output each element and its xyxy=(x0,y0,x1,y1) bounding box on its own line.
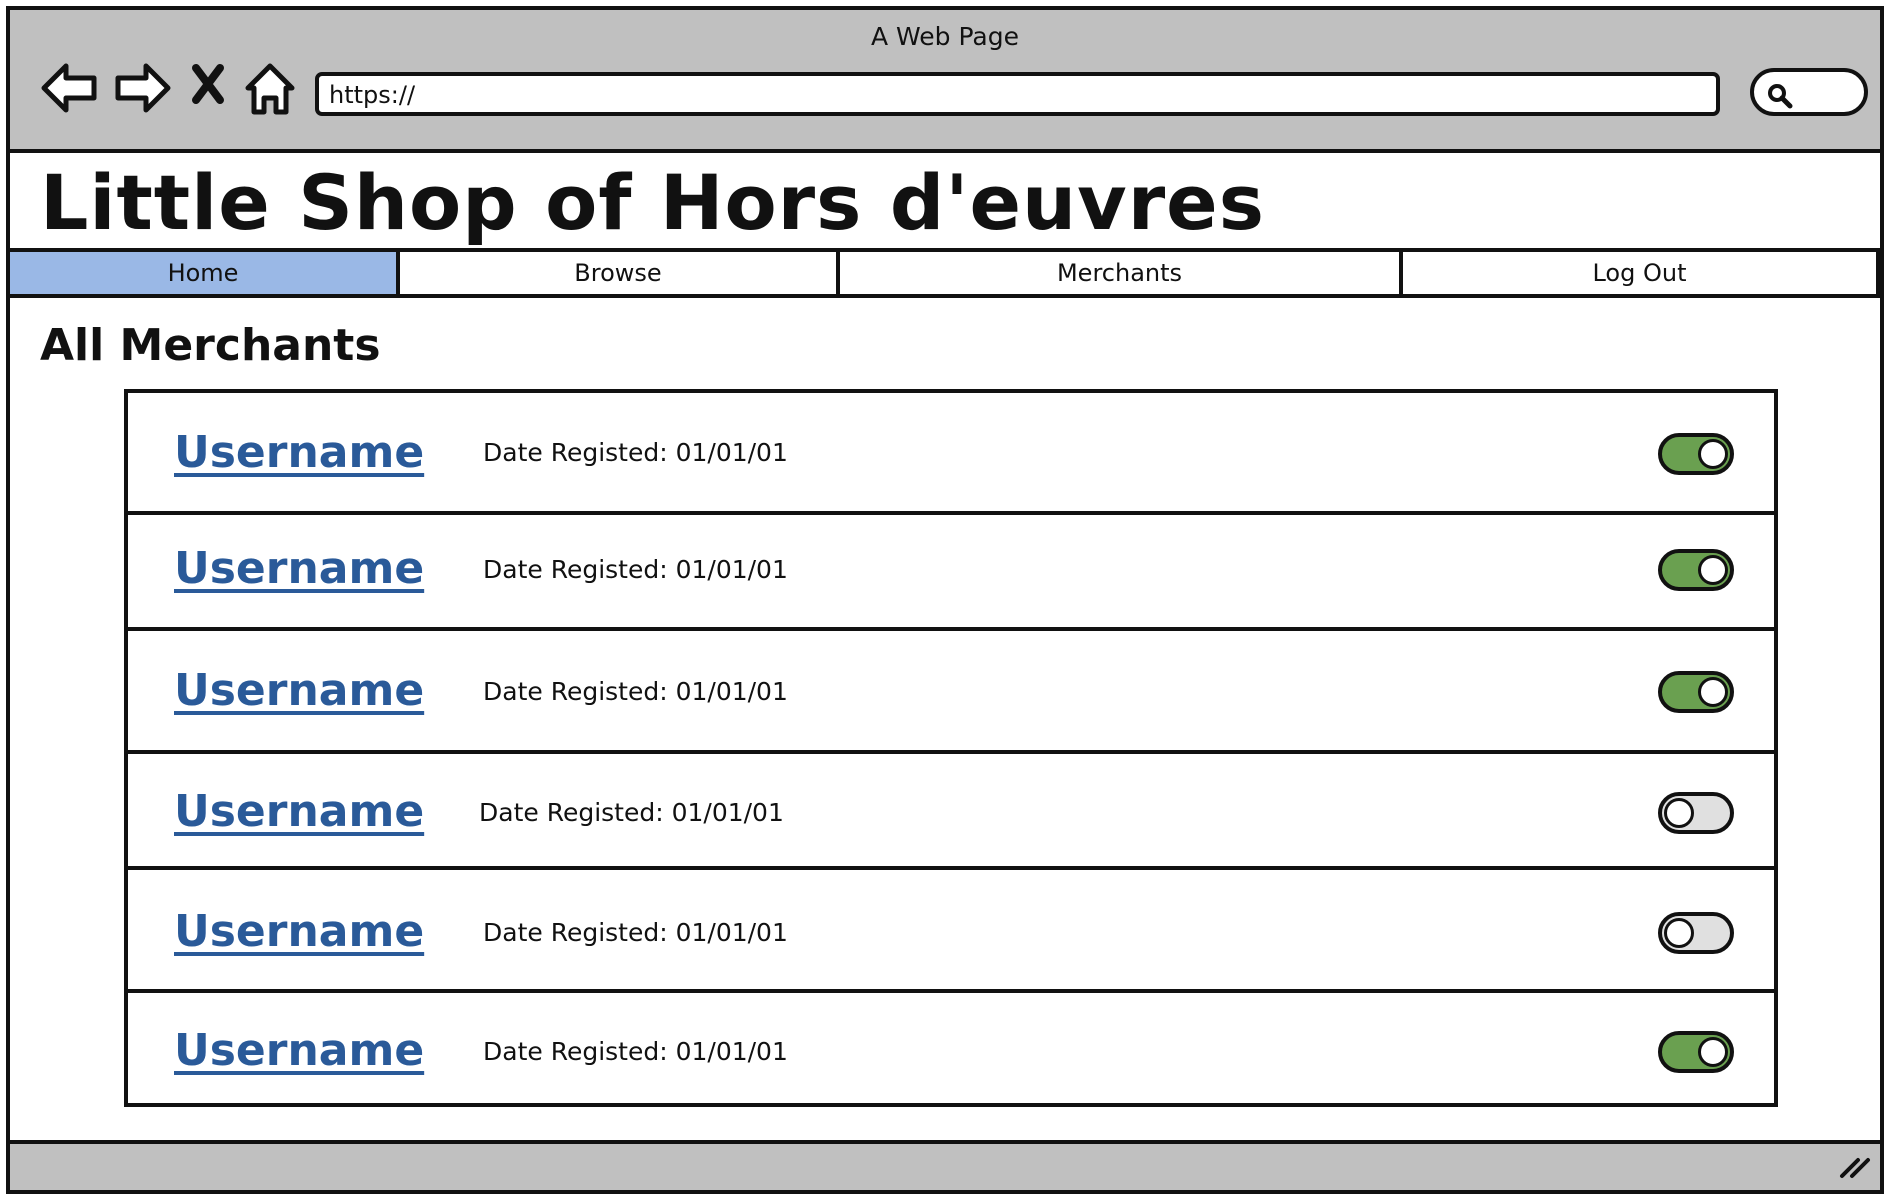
tab-browse[interactable]: Browse xyxy=(400,252,840,294)
merchant-username-link[interactable]: Username xyxy=(174,786,424,837)
browser-window: A Web Page https:// Little Shop of Hors … xyxy=(6,6,1884,1194)
merchant-username-link[interactable]: Username xyxy=(174,665,424,716)
address-bar-text: https:// xyxy=(329,81,416,109)
toggle-knob xyxy=(1698,555,1728,585)
search-box[interactable] xyxy=(1750,68,1868,116)
tab-log-out[interactable]: Log Out xyxy=(1403,252,1880,294)
back-arrow-icon[interactable] xyxy=(38,56,102,120)
section-heading: All Merchants xyxy=(40,320,381,371)
forward-arrow-icon[interactable] xyxy=(110,56,174,120)
merchant-date-registered: Date Registed: 01/01/01 xyxy=(483,555,788,584)
merchant-username-link[interactable]: Username xyxy=(174,1025,424,1076)
merchant-date-registered: Date Registed: 01/01/01 xyxy=(483,1037,788,1066)
window-title: A Web Page xyxy=(870,22,1020,51)
merchant-enabled-toggle[interactable] xyxy=(1658,671,1734,713)
merchant-date-registered: Date Registed: 01/01/01 xyxy=(483,438,788,467)
merchant-date-registered: Date Registed: 01/01/01 xyxy=(483,918,788,947)
browser-title-bar: A Web Page https:// xyxy=(10,10,1880,153)
merchant-enabled-toggle[interactable] xyxy=(1658,792,1734,834)
merchant-row: Username Date Registed: 01/01/01 xyxy=(124,389,1778,515)
main-nav-bar: Home Browse Merchants Log Out xyxy=(10,248,1880,298)
merchant-row: Username Date Registed: 01/01/01 xyxy=(124,511,1778,631)
toggle-knob xyxy=(1664,918,1694,948)
merchant-row: Username Date Registed: 01/01/01 xyxy=(124,989,1778,1107)
toggle-knob xyxy=(1664,798,1694,828)
browser-status-bar xyxy=(10,1140,1880,1190)
merchant-row: Username Date Registed: 01/01/01 xyxy=(124,866,1778,993)
site-title: Little Shop of Hors d'euvres xyxy=(40,158,1265,247)
toggle-knob xyxy=(1698,439,1728,469)
toggle-knob xyxy=(1698,1037,1728,1067)
close-icon[interactable] xyxy=(186,56,250,120)
merchant-date-registered: Date Registed: 01/01/01 xyxy=(479,798,784,827)
search-icon xyxy=(1768,84,1793,109)
merchant-enabled-toggle[interactable] xyxy=(1658,549,1734,591)
merchant-row: Username Date Registed: 01/01/01 xyxy=(124,750,1778,870)
resize-grip-icon[interactable] xyxy=(1836,1150,1872,1184)
merchant-username-link[interactable]: Username xyxy=(174,906,424,957)
toggle-knob xyxy=(1698,677,1728,707)
home-icon[interactable] xyxy=(242,56,306,120)
merchant-row: Username Date Registed: 01/01/01 xyxy=(124,627,1778,754)
merchant-username-link[interactable]: Username xyxy=(174,543,424,594)
merchant-username-link[interactable]: Username xyxy=(174,427,424,478)
merchant-date-registered: Date Registed: 01/01/01 xyxy=(483,677,788,706)
address-bar[interactable]: https:// xyxy=(315,72,1720,116)
merchant-enabled-toggle[interactable] xyxy=(1658,433,1734,475)
merchant-enabled-toggle[interactable] xyxy=(1658,1031,1734,1073)
tab-home[interactable]: Home xyxy=(10,252,400,294)
tab-merchants[interactable]: Merchants xyxy=(840,252,1403,294)
merchant-enabled-toggle[interactable] xyxy=(1658,912,1734,954)
